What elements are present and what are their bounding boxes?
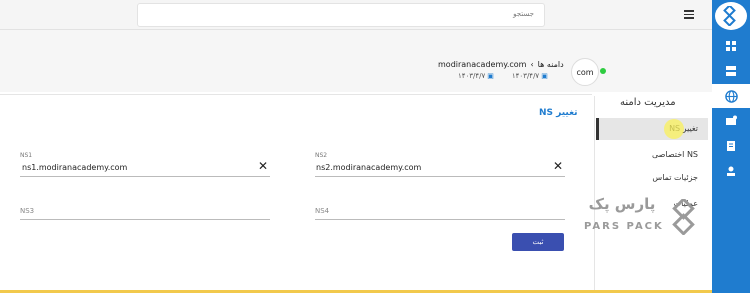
parspack-watermark: پارس پک PARS PACK bbox=[582, 195, 708, 245]
ns2-clear-icon[interactable]: ✕ bbox=[553, 160, 563, 172]
domain-dates: ۱۴۰۳/۴/۷ ▣ ۱۴۰۳/۴/۷ ▣ bbox=[458, 72, 548, 80]
app-rail bbox=[712, 0, 750, 293]
ns1-label: NS1 bbox=[20, 152, 33, 159]
status-online-dot bbox=[600, 68, 606, 74]
rail-domains-globe-icon[interactable] bbox=[712, 84, 750, 108]
ns2-label: NS2 bbox=[315, 152, 328, 159]
ns2-field[interactable]: ns2.modiranacademy.com bbox=[316, 163, 421, 172]
sidenav-item-contact-details[interactable]: جزئیات تماس bbox=[596, 167, 708, 189]
sidenav-item-change-ns[interactable]: تغییر NS bbox=[596, 118, 708, 140]
ns4-underline bbox=[315, 219, 565, 220]
calendar-icon: ▣ bbox=[487, 72, 494, 80]
brand-logo-icon[interactable] bbox=[715, 2, 747, 30]
domain-avatar: com bbox=[571, 58, 599, 86]
ns1-field[interactable]: ns1.modiranacademy.com bbox=[22, 163, 127, 172]
breadcrumb-separator-icon: ‹ bbox=[530, 60, 534, 69]
mouse-cursor-highlight bbox=[664, 119, 684, 139]
search-placeholder: جستجو bbox=[513, 10, 534, 18]
hamburger-menu-icon[interactable] bbox=[684, 10, 694, 19]
card-border bbox=[0, 94, 592, 95]
ns3-underline bbox=[20, 219, 270, 220]
sidenav-title: مدیریت دامنه bbox=[620, 97, 676, 108]
breadcrumb-current: modiranacademy.com bbox=[438, 60, 527, 69]
watermark-fa: پارس پک bbox=[588, 195, 656, 213]
calendar-icon: ▣ bbox=[541, 72, 548, 80]
registered-date: ۱۴۰۳/۴/۷ ▣ bbox=[511, 72, 548, 80]
search-input[interactable]: جستجو bbox=[137, 3, 545, 27]
ns4-field[interactable]: NS4 bbox=[315, 207, 329, 215]
expiry-date: ۱۴۰۳/۴/۷ ▣ bbox=[458, 72, 494, 80]
sidenav-item-private-ns[interactable]: NS اختصاصی bbox=[596, 144, 708, 166]
form-title: تغییر NS bbox=[539, 108, 578, 118]
rail-messages-icon[interactable] bbox=[712, 109, 750, 133]
rail-invoices-icon[interactable] bbox=[712, 134, 750, 158]
ns3-field[interactable]: NS3 bbox=[20, 207, 34, 215]
rail-servers-icon[interactable] bbox=[712, 59, 750, 83]
domain-header bbox=[0, 30, 712, 92]
watermark-logo-icon bbox=[672, 199, 695, 235]
watermark-en: PARS PACK bbox=[584, 221, 664, 232]
submit-button[interactable]: ثبت bbox=[512, 233, 564, 251]
ns1-underline bbox=[20, 176, 270, 177]
rail-users-icon[interactable] bbox=[712, 159, 750, 183]
ns1-clear-icon[interactable]: ✕ bbox=[258, 160, 268, 172]
ns2-underline bbox=[315, 176, 565, 177]
top-bar: جستجو bbox=[0, 0, 712, 30]
breadcrumb: modiranacademy.com ‹ دامنه ها bbox=[438, 60, 564, 69]
rail-dashboard-icon[interactable] bbox=[712, 34, 750, 58]
breadcrumb-parent[interactable]: دامنه ها bbox=[538, 60, 564, 69]
